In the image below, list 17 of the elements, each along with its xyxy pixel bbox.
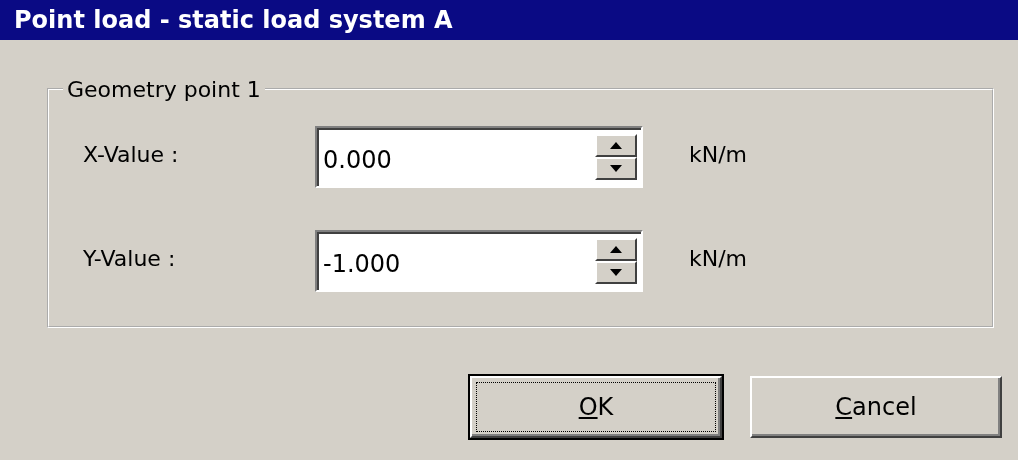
spin-field[interactable]: 0.000 (315, 126, 643, 188)
field-label: X-Value : (83, 141, 180, 169)
field-label: Y-Value : (83, 245, 177, 273)
down-arrow-icon (610, 165, 622, 172)
ok-button[interactable]: OK (470, 376, 722, 438)
unit-label: kN/m (688, 141, 748, 169)
spin-up-button[interactable] (595, 134, 637, 157)
spin-up-button[interactable] (595, 238, 637, 261)
window-title: Point load - static load system A (0, 0, 1018, 40)
up-arrow-icon (610, 246, 622, 253)
spin-down-button[interactable] (595, 157, 637, 180)
up-arrow-icon (610, 142, 622, 149)
unit-label: kN/m (688, 245, 748, 273)
down-arrow-icon (610, 269, 622, 276)
spin-field[interactable]: -1.000 (315, 230, 643, 292)
cancel-button[interactable]: Cancel (750, 376, 1002, 438)
spin-down-button[interactable] (595, 261, 637, 284)
